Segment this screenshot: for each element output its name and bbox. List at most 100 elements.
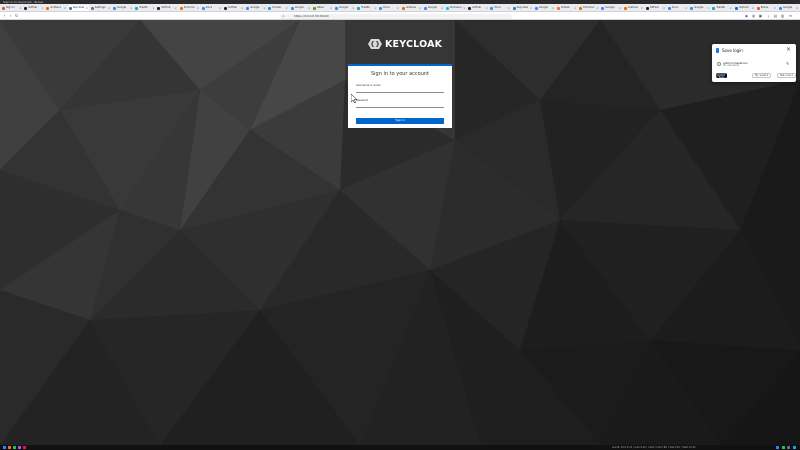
browser-tab[interactable]: Grafana × [45,5,66,11]
tab-close-icon[interactable]: × [685,5,688,11]
tab-close-icon[interactable]: × [19,5,22,11]
browser-tab[interactable]: Proxmox × [179,5,200,11]
tab-close-icon[interactable]: × [618,5,621,11]
edit-icon[interactable]: ✎ [786,61,789,66]
tab-close-icon[interactable]: × [174,5,177,11]
browser-tab[interactable]: Docs × [201,5,222,11]
taskbar-app-icon[interactable] [3,446,6,449]
browser-tab[interactable]: Google × [534,5,555,11]
save-login-button[interactable]: Save [716,73,727,79]
back-icon[interactable]: ‹ [2,13,7,19]
taskbar-app-icon[interactable] [23,446,26,449]
close-icon[interactable]: × [786,46,791,53]
tab-close-icon[interactable]: × [219,5,222,11]
tab-close-icon[interactable]: × [441,5,444,11]
browser-tab[interactable]: Google × [245,5,266,11]
tab-close-icon[interactable]: × [574,5,577,11]
tab-close-icon[interactable]: × [374,5,377,11]
tab-close-icon[interactable]: × [308,5,311,11]
never-save-button[interactable]: Not now ▾ [777,73,796,78]
tab-close-icon[interactable]: × [552,5,555,11]
tab-close-icon[interactable]: × [86,5,89,11]
tab-close-icon[interactable]: × [507,5,510,11]
tab-close-icon[interactable]: × [241,5,244,11]
tray-icon[interactable] [792,446,796,449]
browser-tab[interactable]: Docs × [667,5,688,11]
tab-close-icon[interactable]: × [752,5,755,11]
tab-close-icon[interactable]: × [663,5,666,11]
sidebar-icon[interactable]: ▤ [773,14,778,19]
tab-close-icon[interactable]: × [641,5,644,11]
address-bar[interactable]: ⚠ https://10.0.0.50:8443/ [280,13,512,19]
browser-tab[interactable]: Grafana × [401,5,422,11]
browser-tab[interactable]: Traefik × [711,5,732,11]
tab-close-icon[interactable]: × [285,5,288,11]
browser-tab[interactable]: Google × [689,5,710,11]
browser-tab[interactable]: Docker × [267,5,288,11]
browser-tab[interactable]: GitHub × [645,5,666,11]
tab-close-icon[interactable]: × [707,5,710,11]
browser-tab[interactable]: Traefik × [356,5,377,11]
taskbar-app-icon[interactable] [13,446,16,449]
tray-icon[interactable] [781,446,785,449]
browser-tab[interactable]: Docs × [489,5,510,11]
browser-tab[interactable]: Google × [778,5,799,11]
tray-icon[interactable] [787,446,790,449]
browser-tab[interactable]: Google × [334,5,355,11]
tab-close-icon[interactable]: × [108,5,111,11]
sign-in-button[interactable]: Sign In [356,118,444,124]
tab-close-icon[interactable]: × [41,5,44,11]
reload-icon[interactable]: ↻ [14,13,19,19]
tab-close-icon[interactable]: × [152,5,155,11]
forward-icon[interactable]: › [8,13,13,19]
tab-close-icon[interactable]: × [796,5,799,11]
tab-close-icon[interactable]: × [352,5,355,11]
browser-tab[interactable]: Grafana × [623,5,644,11]
tab-close-icon[interactable]: × [130,5,133,11]
browser-tab[interactable]: Outlook × [734,5,755,11]
browser-tab[interactable]: GitLab × [556,5,577,11]
browser-tab[interactable]: Portainer × [445,5,466,11]
menu-icon[interactable]: ≡ [788,14,793,19]
bitwarden-extension-icon[interactable]: ◆ [744,14,749,19]
lock-icon[interactable]: ⚠ [282,14,285,19]
tab-close-icon[interactable]: × [263,5,266,11]
browser-tab[interactable]: Settings × [90,5,111,11]
tab-close-icon[interactable]: × [63,5,66,11]
browser-tab[interactable]: Keycloak × [512,5,533,11]
browser-tab[interactable]: GitHub × [23,5,44,11]
browser-tab[interactable]: Keycloak × [67,5,89,11]
browser-tab[interactable]: Docs × [378,5,399,11]
extension-icon[interactable]: ◍ [751,14,756,19]
wallet-icon[interactable]: ▥ [780,14,785,19]
tab-close-icon[interactable]: × [330,5,333,11]
tab-close-icon[interactable]: × [774,5,777,11]
browser-tab[interactable]: Google × [290,5,311,11]
tab-close-icon[interactable]: × [463,5,466,11]
browser-tab[interactable]: Google × [600,5,621,11]
browser-tab[interactable]: Traefik × [134,5,155,11]
browser-tab[interactable]: Google × [112,5,133,11]
folder-select[interactable]: My vault ▾ [752,73,772,78]
tab-close-icon[interactable]: × [197,5,200,11]
browser-tab[interactable]: GitHub × [467,5,488,11]
taskbar-app-icon[interactable] [18,446,21,449]
puzzle-icon[interactable]: ▣ [758,14,763,19]
tab-close-icon[interactable]: × [596,5,599,11]
browser-tab[interactable]: Gitea × [312,5,333,11]
download-icon[interactable]: ⤓ [766,14,771,19]
browser-tab[interactable]: GitHub × [223,5,244,11]
tray-icon[interactable] [776,446,779,449]
browser-tab[interactable]: Google × [423,5,444,11]
tab-close-icon[interactable]: × [485,5,488,11]
tab-close-icon[interactable]: × [419,5,422,11]
browser-tab[interactable]: GitHub × [156,5,177,11]
browser-tab[interactable]: Brave × [756,5,777,11]
tab-close-icon[interactable]: × [396,5,399,11]
browser-tab[interactable]: Proxmox × [578,5,599,11]
browser-tab[interactable]: Sign In × [1,5,22,11]
address-text[interactable]: https://10.0.0.50:8443/ [294,14,329,19]
taskbar-app-icon[interactable] [8,446,11,449]
password-input[interactable] [356,102,444,108]
tab-close-icon[interactable]: × [530,5,533,11]
